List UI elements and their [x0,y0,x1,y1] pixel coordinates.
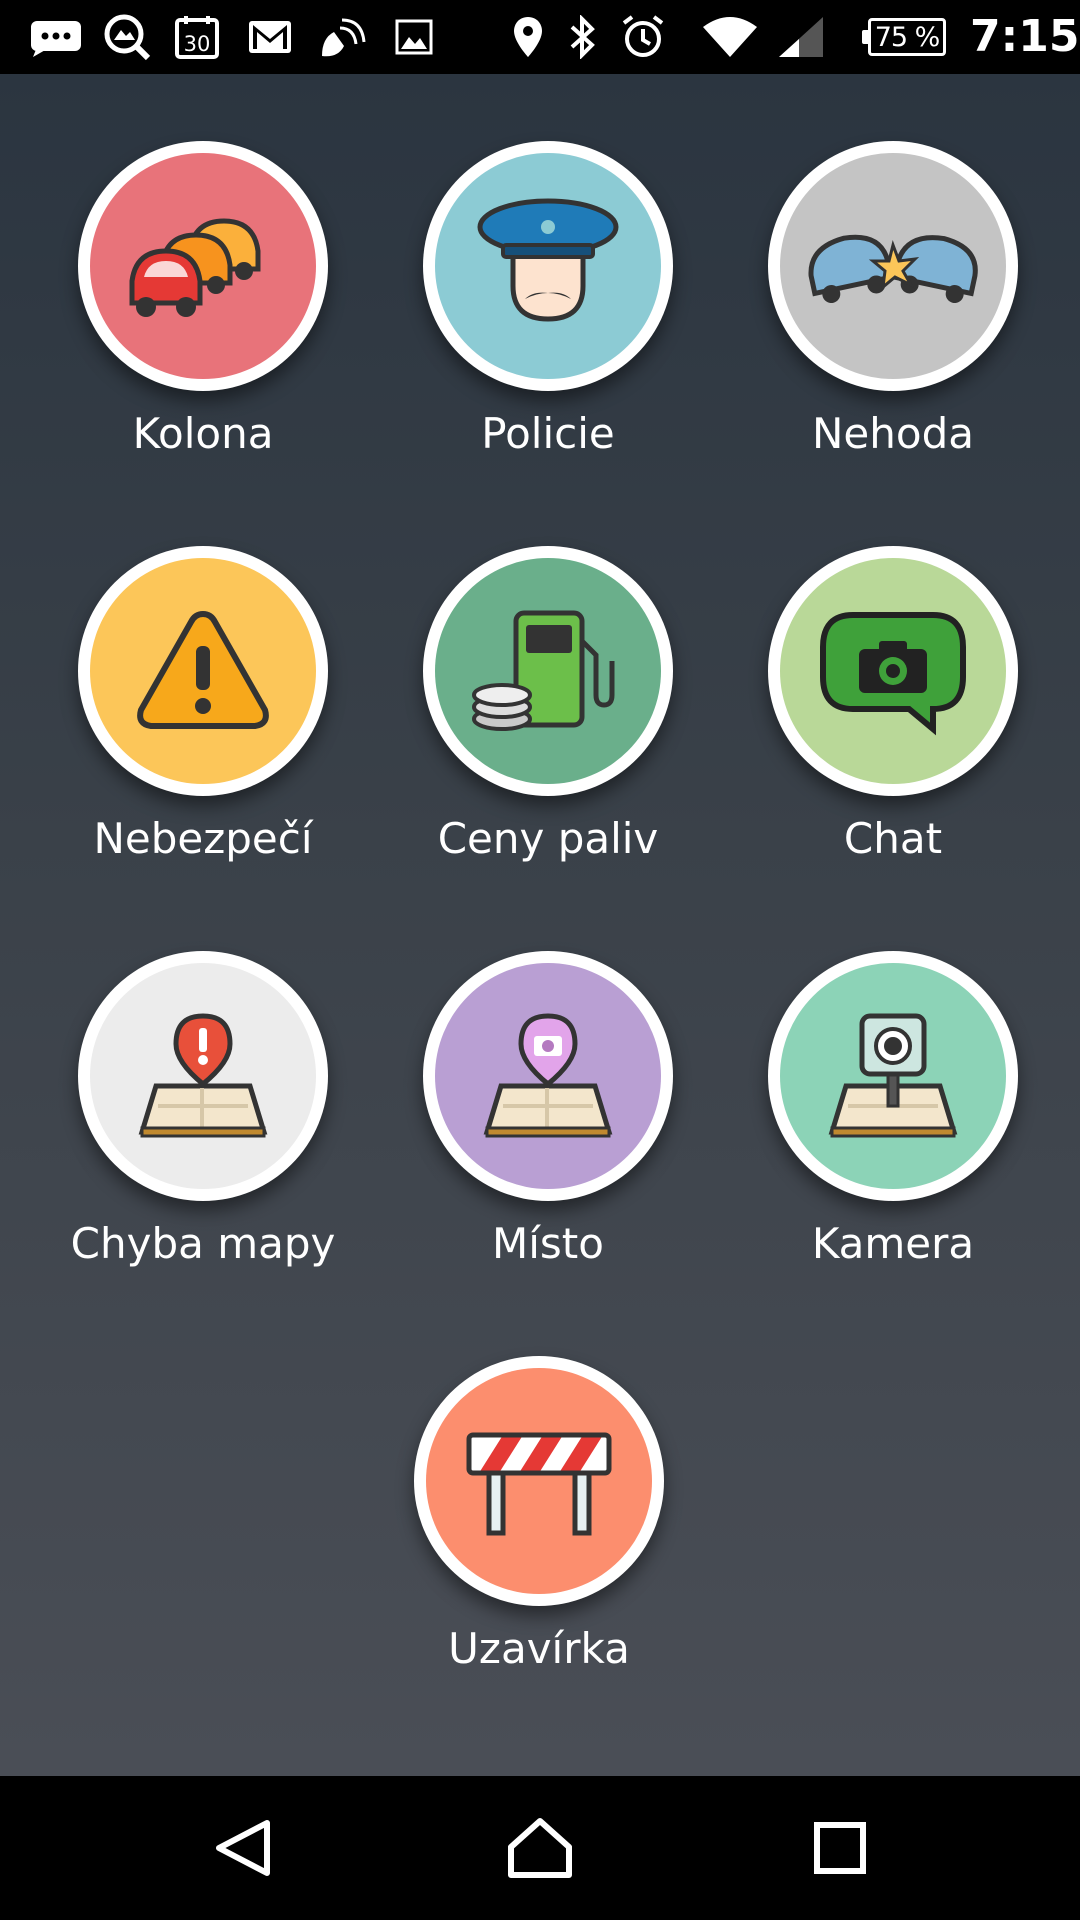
navigation-bar [0,1776,1080,1920]
police-icon [435,153,661,379]
gallery-search-icon [100,12,154,62]
report-item-kamera[interactable]: Kamera [743,951,1043,1291]
chat-camera-icon [780,558,1006,784]
report-circle [414,1356,664,1606]
back-icon[interactable] [202,1808,282,1888]
battery-indicator: 75 % [862,18,946,56]
report-circle [423,951,673,1201]
report-label-misto: Místo [492,1219,604,1268]
report-label-chyba-mapy: Chyba mapy [70,1219,336,1268]
messaging-icon [26,12,86,62]
cellular-signal-icon [776,12,826,62]
report-label-uzavirka: Uzavírka [448,1624,630,1673]
calendar-icon: 30 [172,12,222,62]
gmail-icon [246,12,294,62]
speed-camera-icon [780,963,1006,1189]
alarm-icon [618,12,668,62]
satellite-icon [314,12,370,62]
report-circle [78,951,328,1201]
image-icon [394,12,434,62]
screen: 30 75 % 7:15 Kolona Policie Nehoda Nebez… [0,0,1080,1920]
report-label-kolona: Kolona [132,409,274,458]
report-menu: Kolona Policie Nehoda Nebezpečí Ceny pal… [0,74,1080,1776]
hazard-icon [90,558,316,784]
wifi-icon [700,12,760,62]
report-item-nehoda[interactable]: Nehoda [743,141,1043,481]
report-circle [423,546,673,796]
report-label-ceny-paliv: Ceny paliv [437,814,659,863]
report-circle [78,141,328,391]
report-label-policie: Policie [481,409,615,458]
report-circle [423,141,673,391]
home-icon[interactable] [500,1808,580,1888]
report-label-nebezpeci: Nebezpečí [93,814,313,863]
report-item-uzavirka[interactable]: Uzavírka [389,1356,689,1696]
report-item-nebezpeci[interactable]: Nebezpečí [53,546,353,886]
report-item-chyba-mapy[interactable]: Chyba mapy [53,951,353,1291]
report-circle [768,951,1018,1201]
report-item-ceny-paliv[interactable]: Ceny paliv [398,546,698,886]
traffic-jam-icon [90,153,316,379]
report-item-chat[interactable]: Chat [743,546,1043,886]
report-circle [78,546,328,796]
recents-icon[interactable] [800,1808,880,1888]
report-label-chat: Chat [843,814,943,863]
clock: 7:15 [970,11,1080,62]
report-circle [768,141,1018,391]
report-item-misto[interactable]: Místo [398,951,698,1291]
gas-station-icon [435,558,661,784]
place-icon [435,963,661,1189]
battery-percent: 75 % [874,21,941,53]
report-label-nehoda: Nehoda [812,409,974,458]
road-closure-icon [426,1368,652,1594]
location-icon [510,12,546,62]
bluetooth-icon [566,12,600,62]
report-circle [768,546,1018,796]
report-label-kamera: Kamera [811,1219,975,1268]
status-bar: 30 75 % 7:15 [0,0,1080,74]
report-item-kolona[interactable]: Kolona [53,141,353,481]
report-item-policie[interactable]: Policie [398,141,698,481]
accident-icon [780,153,1006,379]
calendar-day: 30 [184,32,211,56]
map-error-icon [90,963,316,1189]
